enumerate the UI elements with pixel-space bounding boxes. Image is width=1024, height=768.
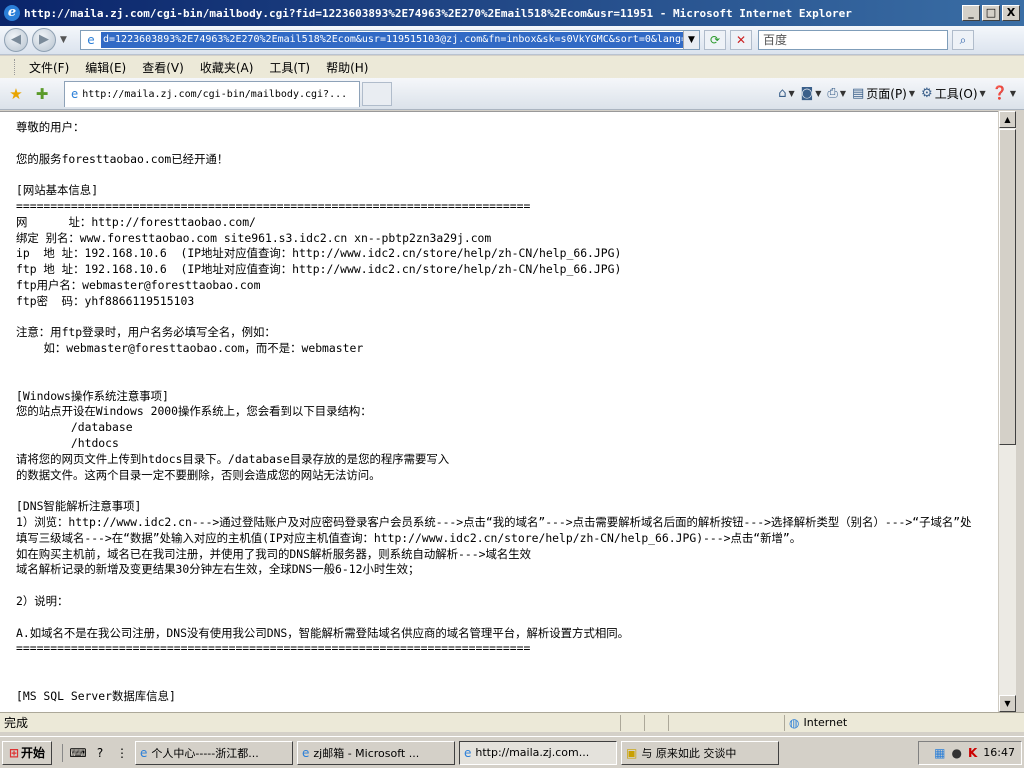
search-icon[interactable]: ⌕ [952,30,974,50]
status-bar: 完成 ◍ Internet [0,712,1024,732]
stop-button[interactable]: ✕ [730,30,752,50]
globe-icon: ◍ [789,715,800,730]
search-input[interactable]: 百度 [758,30,948,50]
close-button[interactable]: X [1002,5,1020,21]
page-icon: e [87,33,95,47]
task-label: http://maila.zj.com... [475,746,590,759]
taskbar-item[interactable]: e zj邮箱 - Microsoft ... [297,740,455,765]
windows-logo-icon: ⊞ [8,745,20,760]
start-button[interactable]: ⊞ 开始 [2,740,52,765]
back-button[interactable]: ◀ [4,28,28,52]
zone-label: Internet [803,716,848,729]
tab-current[interactable]: e http://maila.zj.com/cgi-bin/mailbody.c… [64,80,360,107]
address-bar[interactable]: e d=1223603893%2E74963%2E270%2Email518%2… [80,30,700,50]
toolbar-grip [14,59,17,75]
tab-label: http://maila.zj.com/cgi-bin/mailbody.cgi… [82,88,348,100]
taskbar: ⊞ 开始 ⌨ ? ⋮ e 个人中心-----浙江都... e zj邮箱 - Mi… [0,736,1024,768]
scroll-up-button[interactable]: ▲ [999,111,1016,128]
menu-view[interactable]: 查看(V) [134,57,192,78]
home-button[interactable]: ⌂ ▼ [778,86,794,101]
ie-icon: e [140,745,148,760]
page-menu-button[interactable]: ▤ 页面(P) ▼ [852,85,915,102]
menu-file[interactable]: 文件(F) [21,57,77,78]
task-label: 个人中心-----浙江都... [151,746,259,760]
menu-tools[interactable]: 工具(T) [261,57,318,78]
rss-icon: ◙ [800,86,814,101]
taskbar-item-active[interactable]: e http://maila.zj.com... [459,740,617,765]
task-label: 与 原来如此 交谈中 [641,746,737,760]
scroll-down-button[interactable]: ▼ [999,695,1016,712]
ie-icon: e [302,745,310,760]
menu-edit[interactable]: 编辑(E) [77,57,134,78]
scroll-thumb[interactable] [999,129,1016,445]
tab-bar: ★ ✚ e http://maila.zj.com/cgi-bin/mailbo… [0,78,1024,110]
network-icon[interactable]: ▦ [934,746,945,760]
taskbar-item[interactable]: e 个人中心-----浙江都... [135,740,293,765]
printer-icon: ⎙ [827,86,838,101]
favorites-star-icon[interactable]: ★ [6,84,26,104]
tools-menu-button[interactable]: ⚙ 工具(O) ▼ [921,85,986,102]
maximize-button[interactable]: □ [982,5,1000,21]
refresh-button[interactable]: ⟳ [704,30,726,50]
help-icon[interactable]: ? [91,744,109,762]
home-icon: ⌂ [778,86,787,101]
window-title: http://maila.zj.com/cgi-bin/mailbody.cgi… [24,6,852,20]
gear-icon: ⚙ [921,86,933,101]
address-dropdown-icon[interactable]: ▼ [683,31,699,49]
clock: 16:47 [983,746,1015,759]
page-icon: ▤ [851,86,865,101]
help-icon: ❓ [991,86,1008,101]
window-title-bar[interactable]: e http://maila.zj.com/cgi-bin/mailbody.c… [0,0,1024,26]
mail-body: 尊敬的用户： 您的服务foresttaobao.com已经开通！ [网站基本信息… [16,120,972,703]
taskbar-item[interactable]: ▣ 与 原来如此 交谈中 [621,740,779,765]
print-button[interactable]: ⎙ ▼ [827,86,846,101]
system-tray: ▦ ● K 16:47 [918,740,1022,765]
address-input[interactable]: d=1223603893%2E74963%2E270%2Email518%2Ec… [101,32,683,48]
window-border [1017,111,1024,712]
tab-page-icon: e [71,87,79,101]
menu-favorites[interactable]: 收藏夹(A) [192,57,262,78]
status-text: 完成 [4,716,29,730]
vertical-scrollbar[interactable]: ▲ ▼ [998,111,1016,712]
address-toolbar: ◀ ▶ ▼ e d=1223603893%2E74963%2E270%2Emai… [0,26,1024,55]
minimize-button[interactable]: _ [962,5,980,21]
start-label: 开始 [21,746,46,760]
feeds-button[interactable]: ◙ ▼ [801,86,822,101]
task-label: zj邮箱 - Microsoft ... [313,746,420,760]
chat-icon: ▣ [626,745,638,760]
quick-launch: ⌨ ? ⋮ [62,743,131,762]
history-dropdown-icon[interactable]: ▼ [60,35,72,45]
security-zone[interactable]: ◍ Internet [784,714,1024,731]
page-menu-label: 页面(P) [866,87,907,101]
help-button[interactable]: ❓ ▼ [992,86,1016,101]
new-tab-button[interactable] [362,81,392,106]
keyboard-icon[interactable]: ⌨ [69,744,87,762]
window-controls: _ □ X [962,5,1020,21]
menu-bar: 文件(F) 编辑(E) 查看(V) 收藏夹(A) 工具(T) 帮助(H) [0,56,1024,78]
command-bar: ⌂ ▼ ◙ ▼ ⎙ ▼ ▤ 页面(P) ▼ ⚙ 工具(O) ▼ ❓ ▼ [778,85,1024,102]
forward-button[interactable]: ▶ [32,28,56,52]
menu-help[interactable]: 帮助(H) [318,57,376,78]
qq-icon[interactable]: ● [952,746,962,760]
settings-icon[interactable]: ⋮ [113,744,131,762]
page-content[interactable]: 尊敬的用户： 您的服务foresttaobao.com已经开通！ [网站基本信息… [0,111,998,712]
add-favorites-icon[interactable]: ✚ [32,84,52,104]
antivirus-icon[interactable]: K [968,746,977,760]
ie-logo-icon: e [4,5,20,21]
ie-icon: e [464,745,472,760]
tools-menu-label: 工具(O) [934,87,978,101]
